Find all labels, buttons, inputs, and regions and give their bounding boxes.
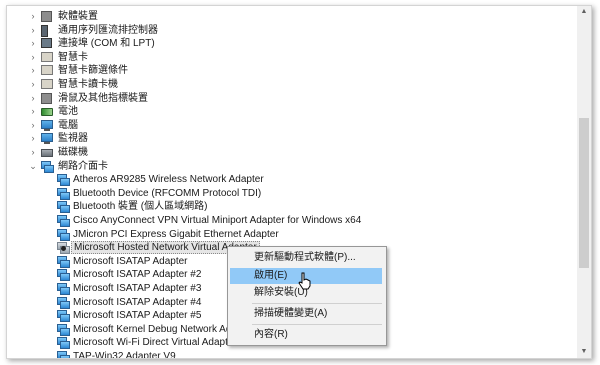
network-adapter-icon xyxy=(57,269,70,282)
tree-item-label: 磁碟機 xyxy=(58,147,88,158)
tree-item-label: 電腦 xyxy=(58,119,78,131)
tree-category[interactable]: › 監視器 xyxy=(7,132,567,145)
adapter-label: Microsoft ISATAP Adapter #5 xyxy=(73,310,202,322)
tree-category[interactable]: › 電腦 xyxy=(7,119,567,132)
computer-icon xyxy=(41,119,53,131)
chevron-right-icon[interactable]: › xyxy=(27,10,39,23)
chevron-right-icon[interactable]: › xyxy=(27,132,39,145)
adapter-label: JMicron PCI Express Gigabit Ethernet Ada… xyxy=(73,228,279,240)
network-adapter-icon xyxy=(57,351,70,358)
tree-item-label: 智慧卡篩選條件 xyxy=(58,65,128,77)
scroll-down-button[interactable]: ▼ xyxy=(577,346,591,358)
tree-category[interactable]: › 軟體裝置 xyxy=(7,10,567,23)
tree-item-label: 智慧卡讀卡機 xyxy=(58,79,118,90)
adapter-label: Cisco AnyConnect VPN Virtual Miniport Ad… xyxy=(73,215,362,226)
network-adapter-icon xyxy=(41,160,54,173)
tree-item-label: 連接埠 (COM 和 LPT) xyxy=(58,38,155,50)
menu-item-properties[interactable]: 內容(R) xyxy=(230,327,382,343)
chevron-right-icon[interactable]: › xyxy=(27,92,39,105)
network-adapter-icon xyxy=(57,174,70,187)
tree-item-label: 滑鼠及其他指標裝置 xyxy=(58,92,148,104)
hand-cursor-icon xyxy=(298,272,311,290)
vertical-scrollbar[interactable]: ▲ ▼ xyxy=(577,6,591,358)
disk-drive-icon xyxy=(41,149,53,157)
network-adapter-item[interactable]: TAP-Win32 Adapter V9 xyxy=(7,350,567,358)
network-adapter-icon xyxy=(57,228,70,241)
network-adapter-icon xyxy=(57,323,70,336)
tree-item-label: 監視器 xyxy=(58,133,88,145)
adapter-label: Microsoft ISATAP Adapter #4 xyxy=(73,296,202,308)
tree-category[interactable]: › 滑鼠及其他指標裝置 xyxy=(7,92,567,105)
tree-category[interactable]: › 智慧卡讀卡機 xyxy=(7,78,567,91)
adapter-label: Microsoft ISATAP Adapter xyxy=(73,255,188,267)
adapter-label: TAP-Win32 Adapter V9 xyxy=(73,351,176,358)
tree-category[interactable]: › 磁碟機 xyxy=(7,146,567,159)
network-adapter-icon xyxy=(57,201,70,214)
network-adapter-item[interactable]: Bluetooth 裝置 (個人區域網路) xyxy=(7,200,567,214)
network-adapter-item[interactable]: Atheros AR9285 Wireless Network Adapter xyxy=(7,173,567,187)
chevron-right-icon[interactable]: › xyxy=(27,78,39,91)
smart-card-reader-icon xyxy=(41,79,53,89)
network-adapter-icon xyxy=(57,310,70,323)
mouse-icon xyxy=(41,92,52,104)
network-adapter-item[interactable]: Cisco AnyConnect VPN Virtual Miniport Ad… xyxy=(7,214,567,227)
adapter-label: Bluetooth 裝置 (個人區域網路) xyxy=(73,201,208,213)
battery-icon xyxy=(41,108,53,117)
tree-item-label: 智慧卡 xyxy=(58,51,88,63)
usb-controller-icon xyxy=(41,24,48,37)
port-icon xyxy=(41,38,52,49)
adapter-label: Atheros AR9285 Wireless Network Adapter xyxy=(73,174,264,186)
chevron-right-icon[interactable]: › xyxy=(27,146,39,159)
monitor-icon xyxy=(41,133,53,145)
smart-card-filter-icon xyxy=(41,65,53,76)
chevron-right-icon[interactable]: › xyxy=(27,64,39,77)
network-adapter-icon xyxy=(57,215,70,227)
adapter-label: Bluetooth Device (RFCOMM Protocol TDI) xyxy=(73,187,262,199)
smart-card-icon xyxy=(41,51,53,62)
tree-item-label: 軟體裝置 xyxy=(58,11,98,22)
scroll-up-button[interactable]: ▲ xyxy=(577,6,591,18)
network-adapter-icon xyxy=(57,255,70,268)
network-adapter-item[interactable]: JMicron PCI Express Gigabit Ethernet Ada… xyxy=(7,228,567,241)
menu-item-update-driver[interactable]: 更新驅動程式軟體(P)... xyxy=(230,250,382,266)
adapter-label: Microsoft ISATAP Adapter #2 xyxy=(73,269,202,281)
software-device-icon xyxy=(41,11,52,22)
chevron-right-icon[interactable]: › xyxy=(27,37,39,50)
tree-category[interactable]: › 智慧卡篩選條件 xyxy=(7,64,567,77)
adapter-label: Microsoft Wi-Fi Direct Virtual Adapter xyxy=(73,337,237,349)
network-adapter-icon xyxy=(57,283,70,295)
tree-item-label: 網路介面卡 xyxy=(58,160,108,172)
tree-item-label: 電池 xyxy=(58,106,78,118)
menu-separator xyxy=(252,324,382,325)
tree-category[interactable]: › 電池 xyxy=(7,105,567,118)
network-adapter-item[interactable]: Bluetooth Device (RFCOMM Protocol TDI) xyxy=(7,187,567,200)
tree-category[interactable]: › 智慧卡 xyxy=(7,51,567,64)
menu-item-scan-hardware[interactable]: 掃描硬體變更(A) xyxy=(230,306,382,322)
chevron-right-icon[interactable]: › xyxy=(27,24,39,37)
scroll-thumb[interactable] xyxy=(579,118,589,268)
menu-separator xyxy=(252,303,382,304)
network-adapter-icon xyxy=(57,296,70,309)
tree-category[interactable]: › 通用序列匯流排控制器 xyxy=(7,24,567,37)
chevron-right-icon[interactable]: › xyxy=(27,119,39,132)
chevron-right-icon[interactable]: › xyxy=(27,51,39,64)
adapter-label: Microsoft ISATAP Adapter #3 xyxy=(73,283,202,294)
tree-category[interactable]: › 連接埠 (COM 和 LPT) xyxy=(7,37,567,50)
network-adapter-icon xyxy=(57,337,70,350)
chevron-right-icon[interactable]: › xyxy=(27,105,39,118)
context-menu: 更新驅動程式軟體(P)... 啟用(E) 解除安裝(U) 掃描硬體變更(A) 內… xyxy=(227,246,387,346)
chevron-down-icon[interactable]: ⌄ xyxy=(27,160,39,173)
tree-item-label: 通用序列匯流排控制器 xyxy=(58,24,158,36)
tree-category[interactable]: ⌄ 網路介面卡 xyxy=(7,160,567,173)
network-adapter-icon xyxy=(57,187,70,200)
